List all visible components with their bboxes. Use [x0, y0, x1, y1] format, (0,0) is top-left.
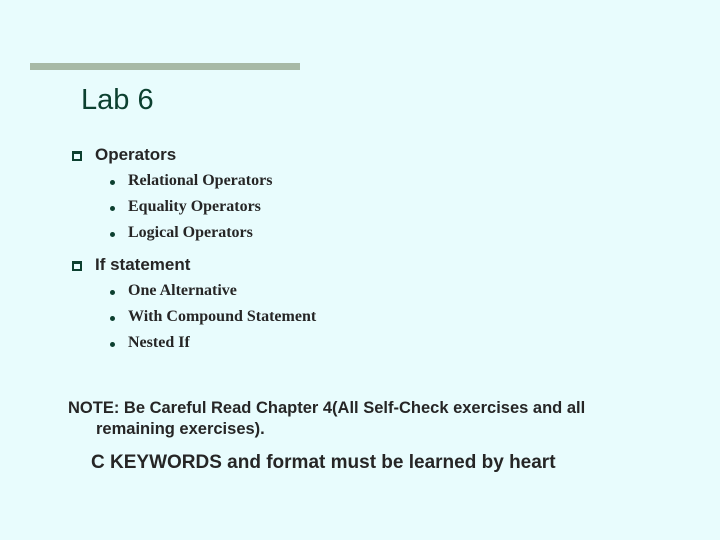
list-item-label: Nested If [128, 334, 190, 351]
list-item: Logical Operators [110, 224, 253, 242]
list-item: Equality Operators [110, 198, 261, 216]
note-paragraph: NOTE: Be Careful Read Chapter 4(All Self… [68, 398, 668, 440]
dot-bullet-icon [110, 205, 115, 211]
note-line: remaining exercises). [96, 420, 265, 438]
dot-bullet-icon [110, 341, 115, 347]
hollow-square-bullet-icon [72, 150, 82, 161]
section-heading: If statement [95, 255, 191, 274]
title-rule-divider [30, 63, 300, 70]
hollow-square-bullet-icon [72, 260, 82, 271]
section-heading: Operators [95, 145, 177, 164]
section-operators: Operators [72, 145, 176, 165]
dot-bullet-icon [110, 315, 115, 321]
list-item-label: Relational Operators [128, 172, 273, 189]
dot-bullet-icon [110, 231, 115, 237]
list-item-label: One Alternative [128, 282, 237, 299]
list-item: Relational Operators [110, 172, 272, 190]
dot-bullet-icon [110, 179, 115, 185]
list-item: Nested If [110, 334, 190, 352]
dot-bullet-icon [110, 289, 115, 295]
list-item-label: With Compound Statement [128, 308, 317, 325]
list-item-label: Logical Operators [128, 224, 253, 241]
note-line: NOTE: Be Careful Read Chapter 4(All Self… [68, 399, 586, 417]
list-item: With Compound Statement [110, 308, 316, 326]
keywords-note: C KEYWORDS and format must be learned by… [91, 452, 556, 473]
list-item: One Alternative [110, 282, 237, 300]
list-item-label: Equality Operators [128, 198, 261, 215]
slide-title: Lab 6 [81, 84, 154, 116]
section-if-statement: If statement [72, 255, 190, 275]
